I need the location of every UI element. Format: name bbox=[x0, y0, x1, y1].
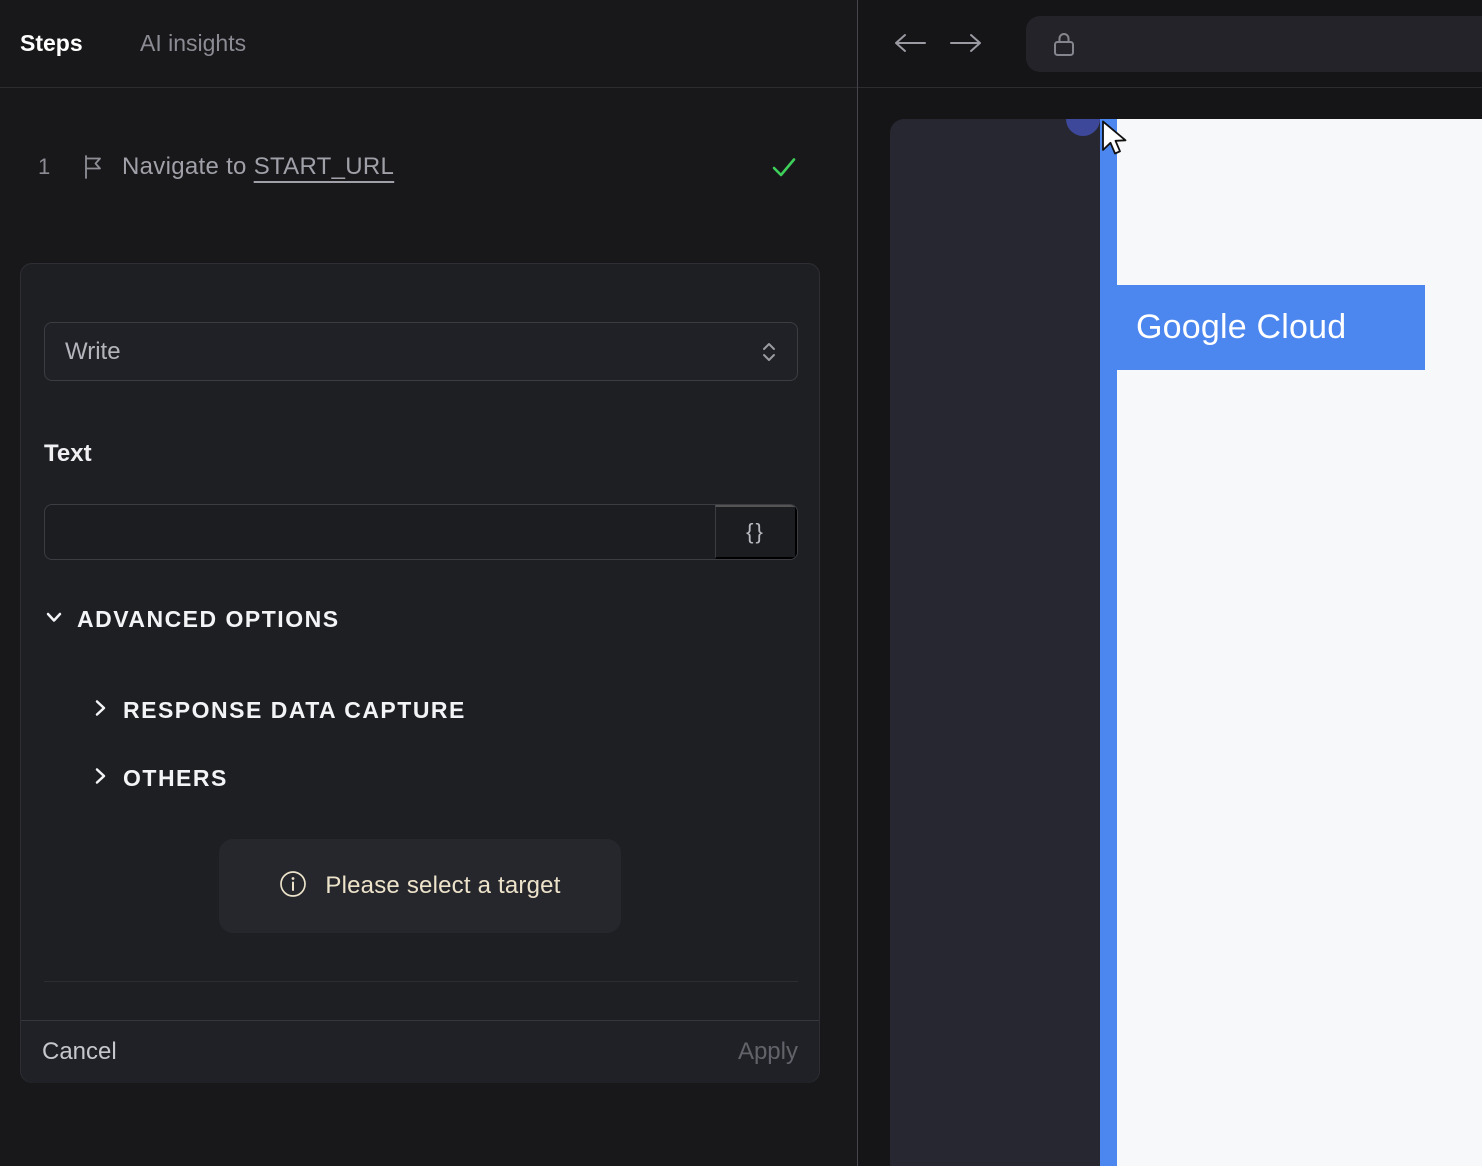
highlight-label-box: Google Cloud bbox=[1117, 285, 1425, 370]
advanced-options-toggle[interactable]: ADVANCED OPTIONS bbox=[44, 606, 340, 633]
step-action-text: Navigate to bbox=[122, 153, 254, 180]
apply-button[interactable]: Apply bbox=[738, 1038, 798, 1066]
browser-toolbar bbox=[858, 0, 1482, 87]
advanced-options-label: ADVANCED OPTIONS bbox=[77, 606, 340, 632]
panel-tabs: Steps AI insights bbox=[0, 0, 857, 87]
text-field-label: Text bbox=[44, 440, 92, 467]
section-others[interactable]: OTHERS bbox=[91, 765, 228, 792]
target-notice-text: Please select a target bbox=[325, 872, 561, 899]
insert-variable-button[interactable]: {} bbox=[715, 505, 797, 559]
tab-steps[interactable]: Steps bbox=[20, 0, 83, 87]
element-highlight-bar bbox=[1100, 119, 1117, 1166]
step-target-link[interactable]: START_URL bbox=[254, 153, 395, 180]
step-title: Navigate to START_URL bbox=[122, 153, 394, 181]
page-preview[interactable]: Google Cloud bbox=[890, 119, 1482, 1166]
card-inner-divider bbox=[44, 981, 798, 982]
step-item[interactable]: 1 Navigate to START_URL bbox=[0, 136, 857, 198]
chevron-right-icon bbox=[91, 766, 109, 791]
step-number: 1 bbox=[38, 154, 51, 179]
action-select[interactable]: Write bbox=[44, 322, 798, 381]
chevron-down-icon bbox=[44, 607, 64, 632]
target-notice: Please select a target bbox=[219, 839, 621, 933]
browser-panel: Google Cloud bbox=[858, 0, 1482, 1166]
flag-icon bbox=[82, 155, 104, 179]
app-window: Steps AI insights 1 Navigate to START_UR… bbox=[0, 0, 1482, 1166]
forward-button[interactable] bbox=[948, 29, 984, 59]
action-select-value: Write bbox=[65, 337, 121, 365]
card-footer: Cancel Apply bbox=[21, 1020, 819, 1083]
step-success-check-icon bbox=[768, 151, 800, 183]
info-icon bbox=[279, 870, 307, 903]
tab-ai-insights[interactable]: AI insights bbox=[140, 0, 246, 87]
others-label: OTHERS bbox=[123, 765, 228, 791]
text-input[interactable] bbox=[45, 505, 715, 559]
preview-page-body bbox=[1117, 119, 1482, 1166]
header-divider bbox=[0, 87, 857, 88]
text-field-wrap: {} bbox=[44, 504, 798, 560]
cursor-pointer-icon bbox=[1101, 120, 1137, 158]
chevron-updown-icon bbox=[761, 340, 777, 364]
toolbar-divider bbox=[858, 87, 1482, 88]
cancel-button[interactable]: Cancel bbox=[42, 1038, 117, 1066]
lock-icon bbox=[1053, 30, 1075, 58]
steps-panel: Steps AI insights 1 Navigate to START_UR… bbox=[0, 0, 857, 1166]
chevron-right-icon bbox=[91, 698, 109, 723]
response-data-capture-label: RESPONSE DATA CAPTURE bbox=[123, 697, 466, 723]
address-bar[interactable] bbox=[1026, 16, 1482, 72]
highlight-label-text: Google Cloud bbox=[1136, 308, 1347, 346]
selection-badge bbox=[1066, 119, 1100, 136]
section-response-data-capture[interactable]: RESPONSE DATA CAPTURE bbox=[91, 697, 466, 724]
back-button[interactable] bbox=[892, 29, 928, 59]
step-editor-card: Write Text {} ADVANCED OPTIONS RESPONSE … bbox=[20, 263, 820, 1083]
